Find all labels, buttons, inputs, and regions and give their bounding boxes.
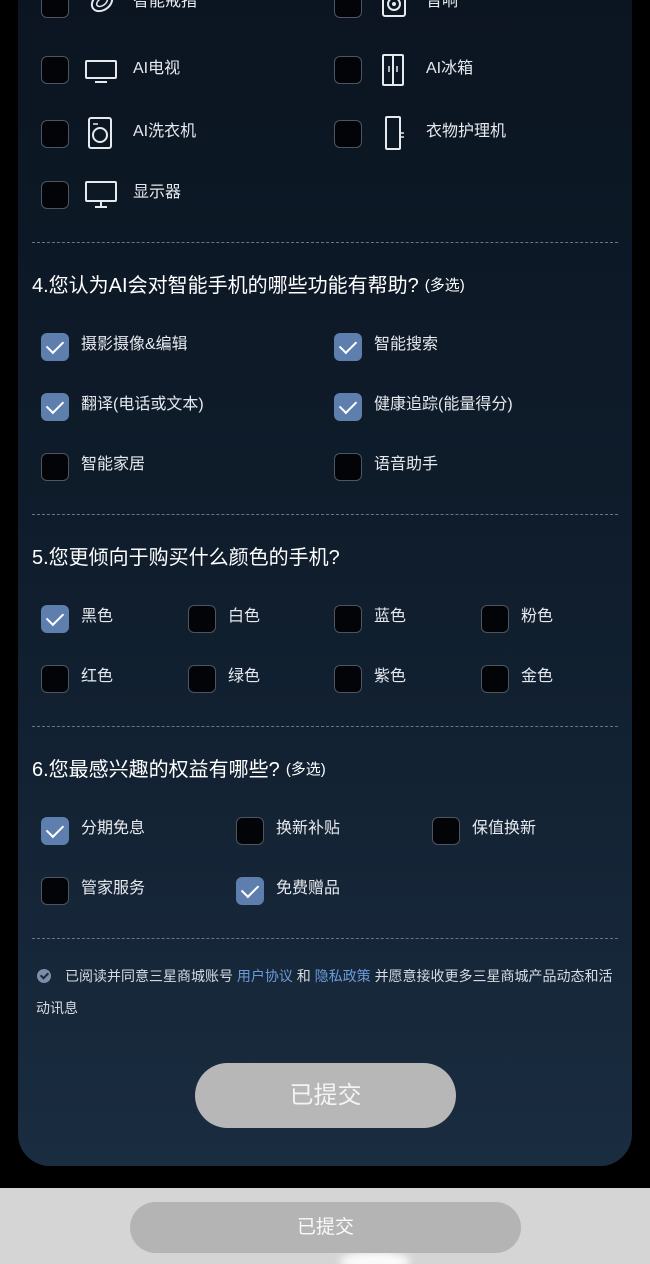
question-5-title: 5.您更倾向于购买什么颜色的手机?: [32, 547, 340, 569]
checkbox-speaker[interactable]: [334, 0, 362, 18]
section-divider: [32, 514, 618, 515]
submitted-button[interactable]: 已提交: [195, 1063, 456, 1128]
checkbox-color-red[interactable]: [41, 665, 69, 693]
option-label: 分期免息: [81, 820, 146, 837]
survey-card: 智能戒指 音响 AI电视 AI冰箱 AI洗衣机 衣物护理机 显示器 4.您认为A…: [18, 0, 632, 1166]
option-label: 显示器: [133, 184, 182, 201]
checkbox-color-pink[interactable]: [481, 605, 509, 633]
option-label: 智能戒指: [133, 0, 198, 10]
option-label: AI冰箱: [426, 60, 474, 77]
option-label: 白色: [228, 608, 261, 625]
option-label: 智能搜索: [374, 336, 439, 353]
ring-icon: [90, 0, 114, 13]
checkbox-voice-assistant[interactable]: [334, 453, 362, 481]
question-6-title: 6.您最感兴趣的权益有哪些? (多选): [32, 759, 326, 781]
agreement-and: 和: [296, 968, 311, 984]
speaker-icon: [382, 0, 406, 17]
section-divider: [32, 938, 618, 939]
option-label: 语音助手: [374, 456, 439, 473]
option-label: 红色: [81, 668, 114, 685]
checkbox-ai-fridge[interactable]: [334, 56, 362, 84]
clothing-care-icon: [385, 116, 404, 150]
option-label: 免费赠品: [276, 880, 341, 897]
checkbox-smart-home[interactable]: [41, 453, 69, 481]
checkbox-color-blue[interactable]: [334, 605, 362, 633]
option-label: 翻译(电话或文本): [81, 396, 204, 413]
option-label: 蓝色: [374, 608, 407, 625]
option-label: 管家服务: [81, 880, 146, 897]
agreement-check-icon[interactable]: [37, 969, 51, 983]
checkbox-concierge[interactable]: [41, 877, 69, 905]
checkbox-clothing-care[interactable]: [334, 120, 362, 148]
checkbox-ai-washer[interactable]: [41, 120, 69, 148]
question-4-title: 4.您认为AI会对智能手机的哪些功能有帮助? (多选): [32, 275, 465, 297]
option-label: 音响: [426, 0, 459, 10]
bottom-submitted-button[interactable]: 已提交: [130, 1202, 521, 1253]
checkbox-color-purple[interactable]: [334, 665, 362, 693]
option-label: 换新补贴: [276, 820, 341, 837]
option-label: 紫色: [374, 668, 407, 685]
option-label: 粉色: [521, 608, 554, 625]
checkbox-interest-free[interactable]: [41, 817, 69, 845]
bottom-glow: [340, 1252, 410, 1264]
checkbox-free-gift[interactable]: [236, 877, 264, 905]
section-divider: [32, 242, 618, 243]
checkbox-translate[interactable]: [41, 393, 69, 421]
checkbox-color-green[interactable]: [188, 665, 216, 693]
checkbox-smart-search[interactable]: [334, 333, 362, 361]
option-label: 摄影摄像&编辑: [81, 336, 188, 353]
privacy-policy-link[interactable]: 隐私政策: [315, 968, 371, 984]
checkbox-trade-in-subsidy[interactable]: [236, 817, 264, 845]
checkbox-health-tracking[interactable]: [334, 393, 362, 421]
option-label: 绿色: [228, 668, 261, 685]
checkbox-monitor[interactable]: [41, 181, 69, 209]
checkbox-value-trade-in[interactable]: [432, 817, 460, 845]
option-label: AI洗衣机: [133, 123, 197, 140]
checkbox-color-white[interactable]: [188, 605, 216, 633]
option-label: AI电视: [133, 60, 181, 77]
tv-icon: [85, 60, 117, 83]
section-divider: [32, 726, 618, 727]
washing-machine-icon: [88, 117, 112, 149]
agreement-text: 已阅读并同意三星商城账号 用户协议 和 隐私政策 并愿意接收更多三星商城产品动态…: [36, 960, 626, 1024]
user-agreement-link[interactable]: 用户协议: [237, 968, 293, 984]
bottom-bar: 已提交: [0, 1188, 650, 1264]
checkbox-smart-ring[interactable]: [41, 0, 69, 18]
fridge-icon: [382, 54, 404, 86]
option-label: 黑色: [81, 608, 114, 625]
checkbox-color-gold[interactable]: [481, 665, 509, 693]
option-label: 保值换新: [472, 820, 537, 837]
checkbox-color-black[interactable]: [41, 605, 69, 633]
option-label: 衣物护理机: [426, 123, 507, 140]
checkbox-ai-tv[interactable]: [41, 56, 69, 84]
agreement-prefix: 已阅读并同意三星商城账号: [65, 968, 233, 984]
option-label: 健康追踪(能量得分): [374, 396, 513, 413]
checkbox-photo-edit[interactable]: [41, 333, 69, 361]
option-label: 金色: [521, 668, 554, 685]
option-label: 智能家居: [81, 456, 146, 473]
monitor-icon: [85, 181, 117, 208]
